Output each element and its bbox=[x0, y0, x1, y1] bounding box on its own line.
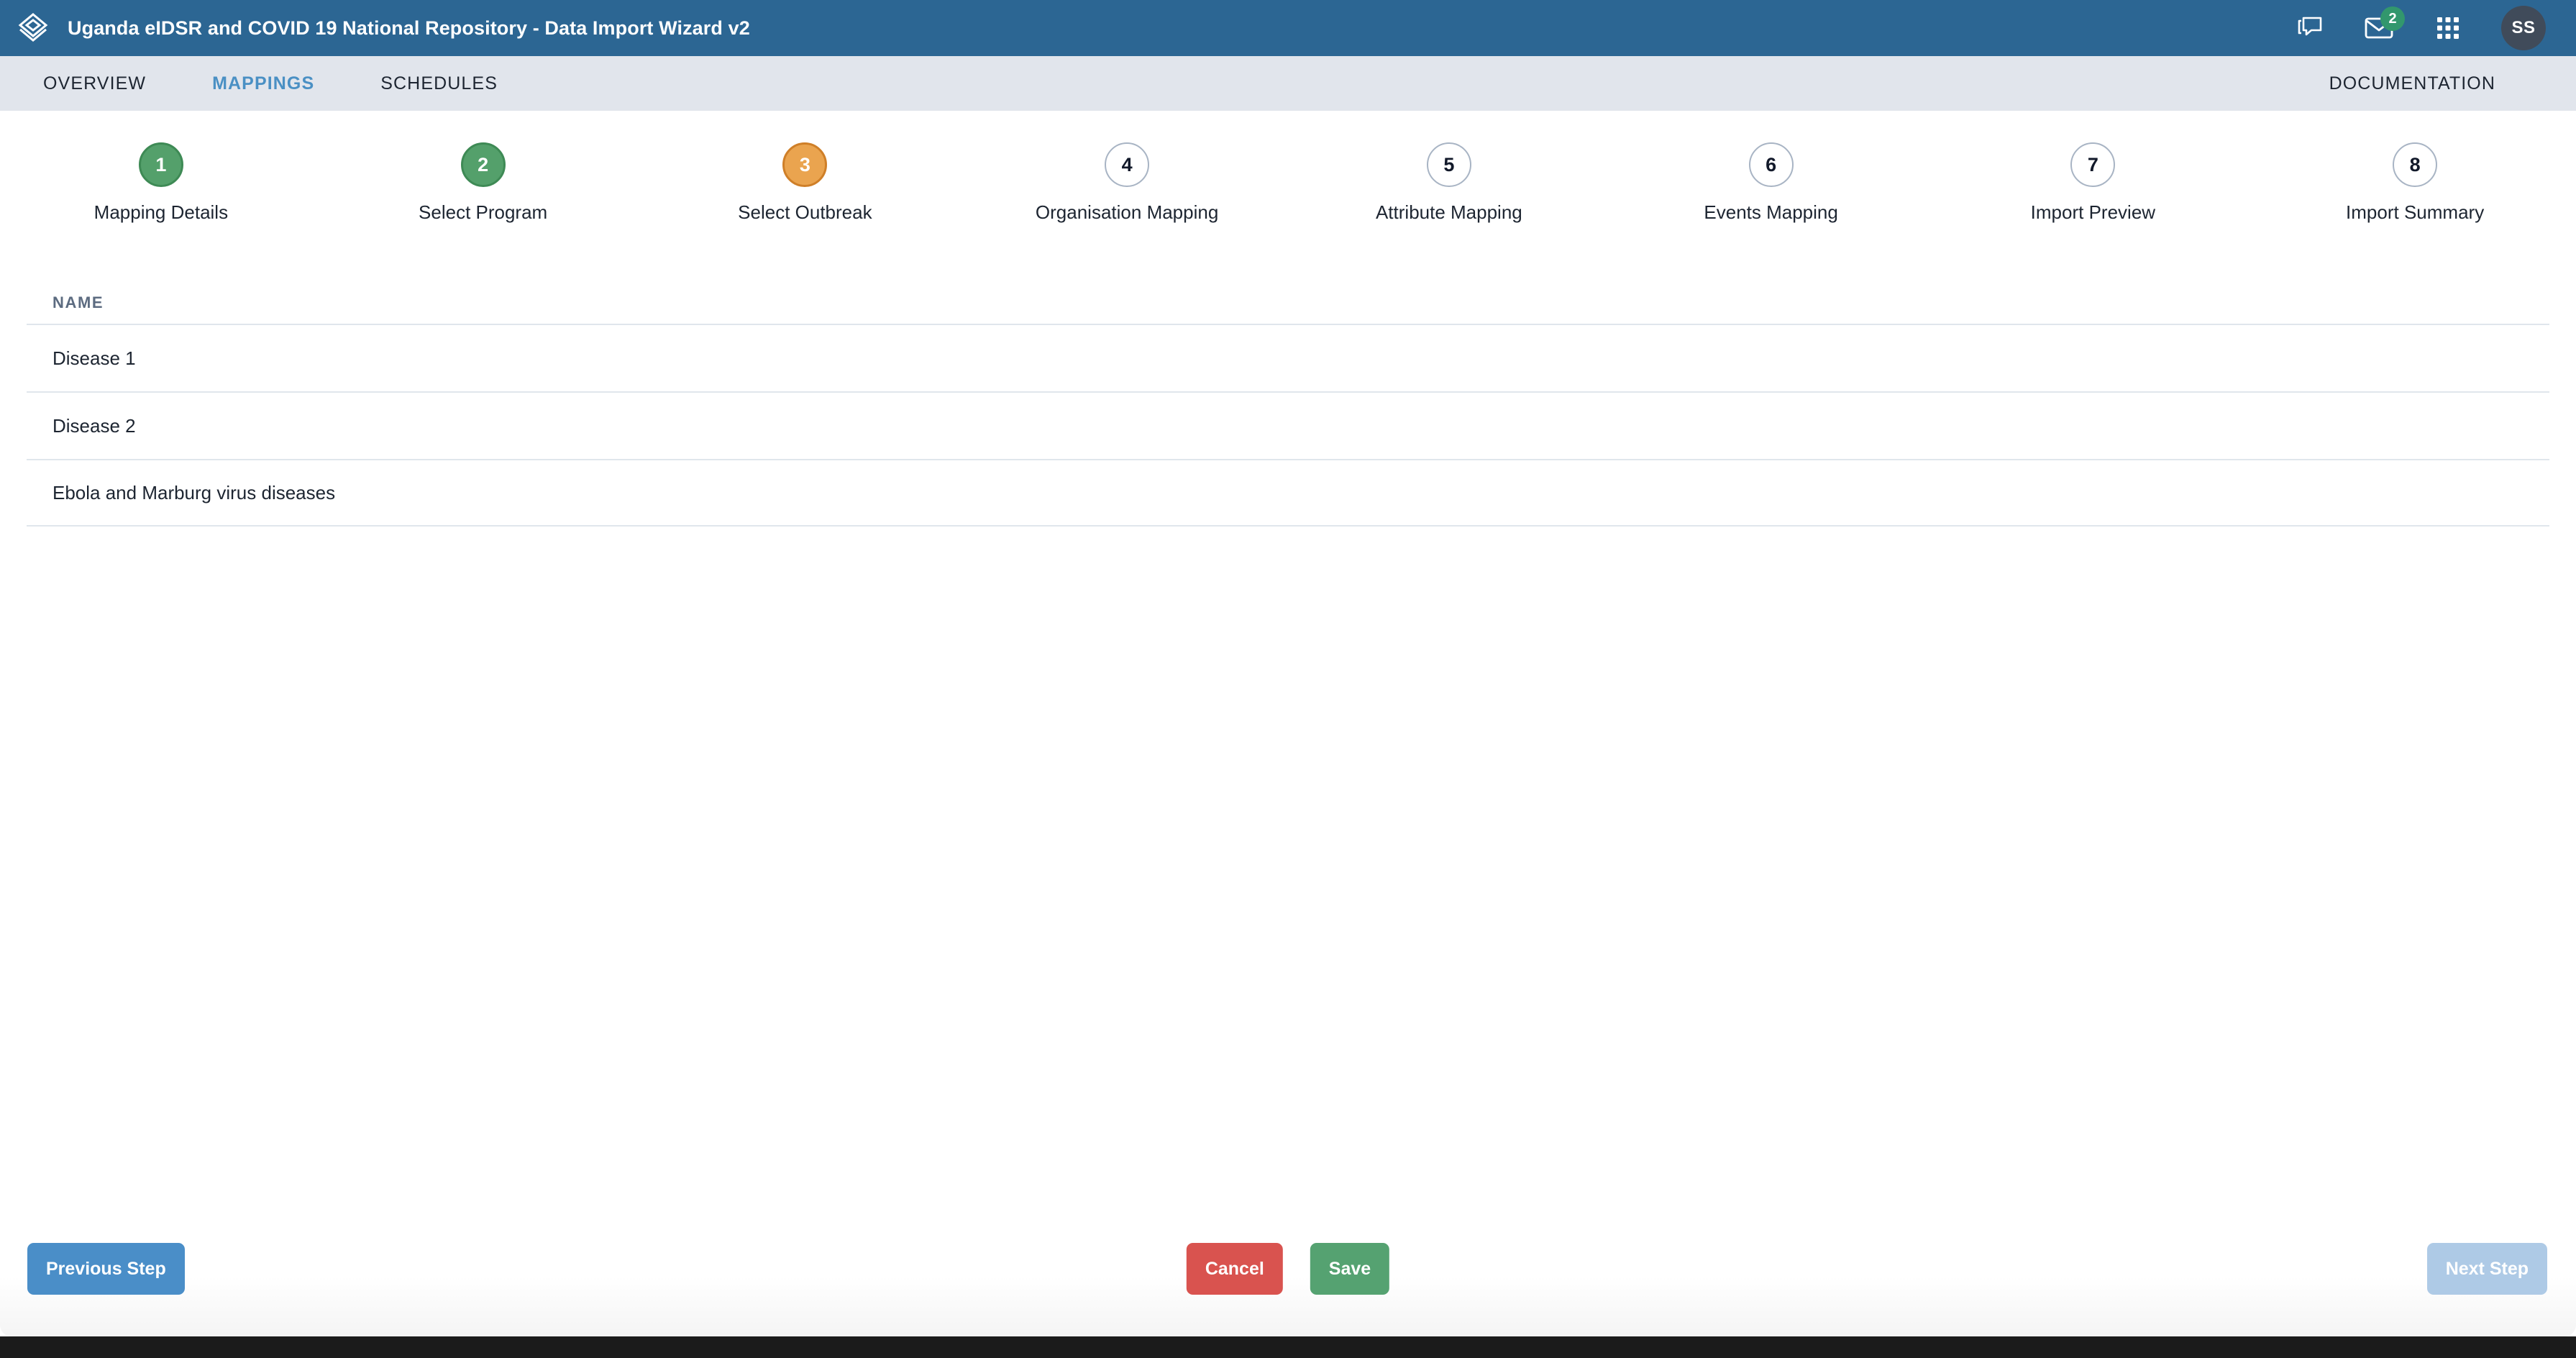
cell-name: Disease 1 bbox=[52, 347, 136, 369]
step-import-summary[interactable]: 8 Import Summary bbox=[2254, 142, 2576, 224]
table-header-row: NAME bbox=[27, 282, 2549, 324]
app-header: Uganda eIDSR and COVID 19 National Repos… bbox=[0, 0, 2576, 56]
step-1-label: Mapping Details bbox=[93, 201, 229, 223]
layers-icon[interactable] bbox=[13, 8, 53, 48]
step-events-mapping[interactable]: 6 Events Mapping bbox=[1610, 142, 1932, 224]
tab-overview[interactable]: OVERVIEW bbox=[43, 73, 146, 94]
app-title: Uganda eIDSR and COVID 19 National Repos… bbox=[68, 17, 750, 39]
step-organisation-mapping[interactable]: 4 Organisation Mapping bbox=[966, 142, 1288, 224]
mail-icon[interactable]: 2 bbox=[2360, 6, 2405, 47]
table-row[interactable]: Disease 2 bbox=[27, 391, 2549, 459]
step-4-circle: 4 bbox=[1105, 142, 1150, 187]
wizard-stepper: 1 Mapping Details 2 Select Program 3 Sel… bbox=[0, 111, 2576, 282]
wizard-footer: Previous Step Cancel Save Next Step bbox=[0, 1229, 2576, 1336]
previous-step-button[interactable]: Previous Step bbox=[27, 1243, 185, 1295]
step-8-label: Import Summary bbox=[2346, 201, 2485, 223]
step-import-preview[interactable]: 7 Import Preview bbox=[1932, 142, 2255, 224]
step-8-circle: 8 bbox=[2393, 142, 2438, 187]
footer-center-actions: Cancel Save bbox=[1186, 1243, 1390, 1295]
app-window: Uganda eIDSR and COVID 19 National Repos… bbox=[0, 0, 2576, 1358]
step-5-circle: 5 bbox=[1426, 142, 1471, 187]
next-step-button[interactable]: Next Step bbox=[2426, 1243, 2547, 1295]
step-mapping-details[interactable]: 1 Mapping Details bbox=[0, 142, 322, 224]
cancel-button[interactable]: Cancel bbox=[1186, 1243, 1283, 1295]
step-7-label: Import Preview bbox=[2030, 201, 2156, 223]
step-2-label: Select Program bbox=[419, 201, 548, 223]
step-7-circle: 7 bbox=[2070, 142, 2116, 187]
mail-badge: 2 bbox=[2380, 6, 2405, 31]
step-4-label: Organisation Mapping bbox=[1035, 201, 1219, 223]
column-header-name: NAME bbox=[52, 293, 104, 311]
step-6-circle: 6 bbox=[1748, 142, 1794, 187]
table-row[interactable]: Ebola and Marburg virus diseases bbox=[27, 459, 2549, 527]
tab-bar: OVERVIEW MAPPINGS SCHEDULES DOCUMENTATIO… bbox=[0, 56, 2576, 111]
tab-mappings[interactable]: MAPPINGS bbox=[212, 73, 314, 94]
documentation-link[interactable]: DOCUMENTATION bbox=[2329, 73, 2495, 94]
messages-icon[interactable] bbox=[2291, 9, 2329, 47]
table-row[interactable]: Disease 1 bbox=[27, 324, 2549, 391]
step-3-circle: 3 bbox=[782, 142, 828, 187]
step-3-label: Select Outbreak bbox=[738, 201, 872, 223]
step-select-outbreak[interactable]: 3 Select Outbreak bbox=[644, 142, 967, 224]
step-1-circle: 1 bbox=[138, 142, 183, 187]
tab-schedules[interactable]: SCHEDULES bbox=[380, 73, 498, 94]
cell-name: Ebola and Marburg virus diseases bbox=[52, 481, 336, 503]
save-button[interactable]: Save bbox=[1310, 1243, 1390, 1295]
outbreak-table: NAME Disease 1 Disease 2 Ebola and Marbu… bbox=[27, 282, 2549, 527]
step-2-circle: 2 bbox=[460, 142, 506, 187]
background-window-sliver bbox=[0, 1336, 2576, 1358]
header-actions: 2 SS bbox=[2291, 6, 2546, 50]
step-select-program[interactable]: 2 Select Program bbox=[322, 142, 644, 224]
step-attribute-mapping[interactable]: 5 Attribute Mapping bbox=[1288, 142, 1610, 224]
step-5-label: Attribute Mapping bbox=[1375, 201, 1522, 223]
apps-grid-icon[interactable] bbox=[2429, 9, 2467, 47]
footer-right-actions: Next Step bbox=[2426, 1243, 2547, 1295]
avatar[interactable]: SS bbox=[2501, 6, 2546, 50]
step-6-label: Events Mapping bbox=[1704, 201, 1838, 223]
cell-name: Disease 2 bbox=[52, 414, 136, 437]
